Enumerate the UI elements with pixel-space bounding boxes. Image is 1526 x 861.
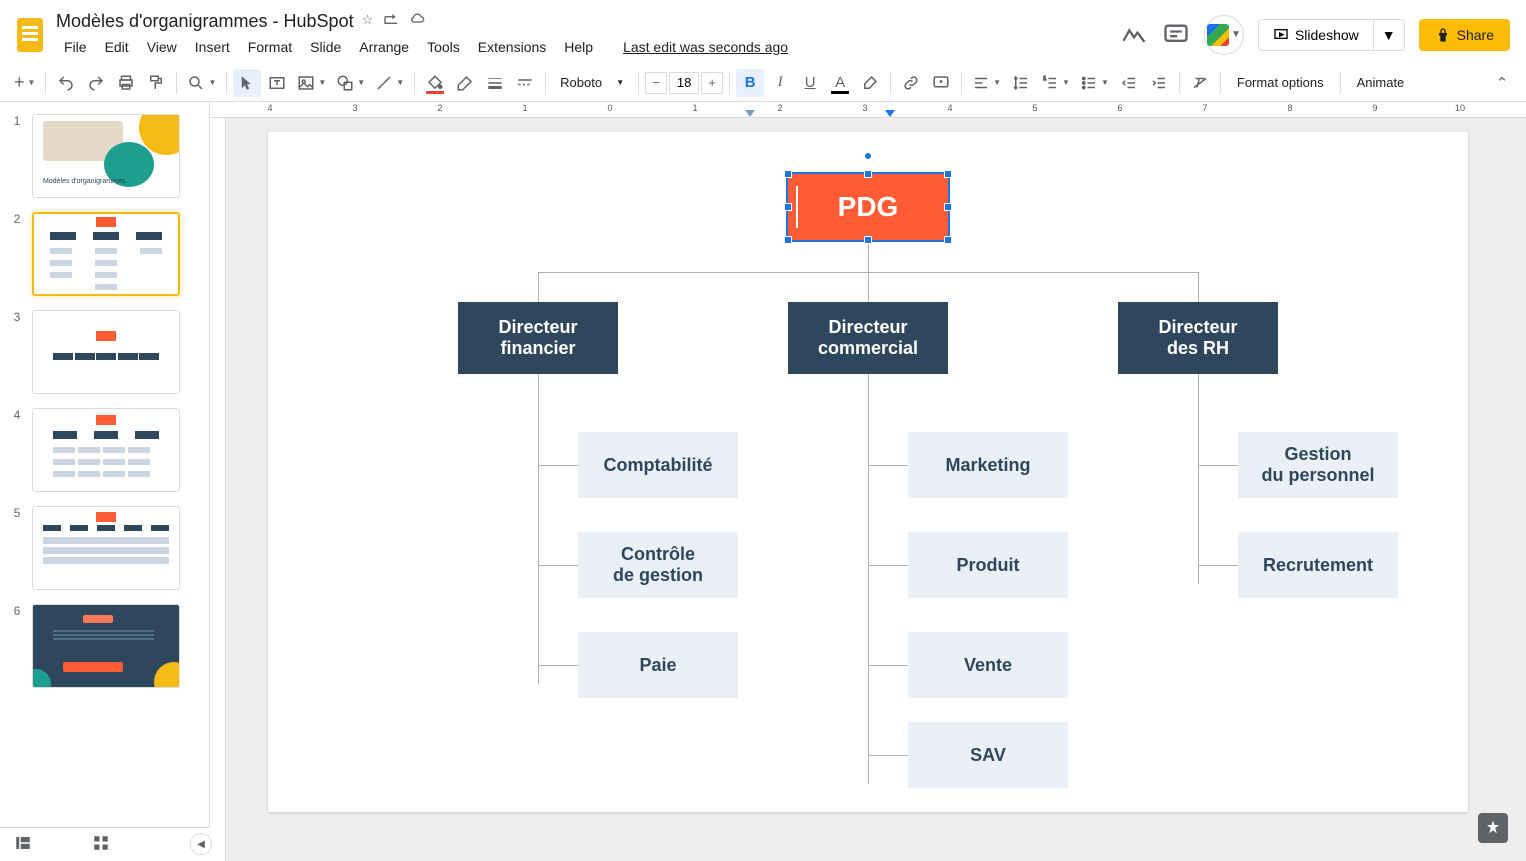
org-box-sub[interactable]: Comptabilité — [578, 432, 738, 498]
line-spacing-button[interactable] — [1007, 69, 1035, 97]
paint-format-button[interactable] — [142, 69, 170, 97]
slideshow-button[interactable]: Slideshow — [1258, 19, 1374, 51]
slide-thumb-6[interactable]: 6 — [10, 604, 199, 688]
org-box-root[interactable]: PDG — [788, 174, 948, 240]
border-dash-button[interactable] — [511, 69, 539, 97]
menu-format[interactable]: Format — [240, 35, 300, 59]
titlebar: Modèles d'organigrammes - HubSpot ☆ File… — [0, 0, 1526, 64]
org-box-director-rh[interactable]: Directeur des RH — [1118, 302, 1278, 374]
menubar: File Edit View Insert Format Slide Arran… — [56, 32, 1120, 59]
print-button[interactable] — [112, 69, 140, 97]
toolbar: +▼ ▼ ▼ ▼ ▼ Roboto▼ − + B I U A ▼ 1▼ ▼ Fo… — [0, 64, 1526, 102]
menu-tools[interactable]: Tools — [419, 35, 468, 59]
menu-insert[interactable]: Insert — [187, 35, 238, 59]
edit-status[interactable]: Last edit was seconds ago — [615, 35, 796, 59]
slideshow-dropdown[interactable]: ▼ — [1374, 19, 1405, 51]
image-tool[interactable]: ▼ — [293, 69, 330, 97]
border-color-button[interactable] — [451, 69, 479, 97]
filmstrip-view-icon[interactable] — [14, 834, 32, 855]
redo-button[interactable] — [82, 69, 110, 97]
underline-button[interactable]: U — [796, 69, 824, 97]
cloud-saved-icon[interactable] — [409, 12, 425, 31]
bullet-list-button[interactable]: ▼ — [1076, 69, 1113, 97]
slideshow-label: Slideshow — [1295, 27, 1359, 43]
zoom-button[interactable]: ▼ — [183, 69, 220, 97]
menu-edit[interactable]: Edit — [97, 35, 137, 59]
link-button[interactable] — [897, 69, 925, 97]
org-box-sub[interactable]: Marketing — [908, 432, 1068, 498]
ruler-vertical — [210, 118, 226, 861]
indent-increase-button[interactable] — [1145, 69, 1173, 97]
highlight-button[interactable] — [856, 69, 884, 97]
org-box-director-comm[interactable]: Directeur commercial — [788, 302, 948, 374]
org-box-sub[interactable]: Produit — [908, 532, 1068, 598]
svg-text:1: 1 — [1043, 76, 1046, 82]
border-weight-button[interactable] — [481, 69, 509, 97]
slide-thumb-1[interactable]: 1 Modèles d'organigrammes — [10, 114, 199, 198]
menu-slide[interactable]: Slide — [302, 35, 349, 59]
document-title[interactable]: Modèles d'organigrammes - HubSpot — [56, 11, 354, 32]
share-label: Share — [1457, 27, 1494, 43]
comment-button[interactable] — [927, 69, 955, 97]
org-box-sub[interactable]: Paie — [578, 632, 738, 698]
org-box-sub[interactable]: Contrôle de gestion — [578, 532, 738, 598]
font-size-decrease[interactable]: − — [645, 72, 667, 94]
collapse-filmstrip-button[interactable]: ◀ — [190, 833, 212, 855]
star-icon[interactable]: ☆ — [362, 12, 374, 31]
canvas-area[interactable]: 4321012345678910 — [210, 102, 1526, 861]
numbered-list-button[interactable]: 1▼ — [1037, 69, 1074, 97]
line-tool[interactable]: ▼ — [371, 69, 408, 97]
activity-icon[interactable] — [1120, 21, 1148, 49]
slide-thumb-3[interactable]: 3 — [10, 310, 199, 394]
slide-thumb-4[interactable]: 4 — [10, 408, 199, 492]
fill-color-button[interactable] — [421, 69, 449, 97]
animate-button[interactable]: Animate — [1347, 75, 1415, 90]
meet-button[interactable]: ▼ — [1204, 15, 1244, 55]
indent-decrease-button[interactable] — [1115, 69, 1143, 97]
slide-canvas[interactable]: PDG Directeur financier Directeur com — [268, 132, 1468, 812]
filmstrip-bottom-bar — [0, 827, 210, 861]
new-slide-button[interactable]: +▼ — [10, 69, 39, 97]
bold-button[interactable]: B — [736, 69, 764, 97]
format-options-button[interactable]: Format options — [1227, 75, 1334, 90]
align-button[interactable]: ▼ — [968, 69, 1005, 97]
slides-app-icon[interactable] — [10, 15, 50, 55]
explore-button[interactable] — [1478, 813, 1508, 843]
clear-format-button[interactable] — [1186, 69, 1214, 97]
font-size-increase[interactable]: + — [701, 72, 723, 94]
italic-button[interactable]: I — [766, 69, 794, 97]
org-box-sub[interactable]: Vente — [908, 632, 1068, 698]
ruler-horizontal: 4321012345678910 — [210, 102, 1526, 118]
menu-help[interactable]: Help — [556, 35, 601, 59]
collapse-toolbar-button[interactable]: ⌃ — [1488, 69, 1516, 97]
font-size-input[interactable] — [669, 72, 699, 94]
shape-tool[interactable]: ▼ — [332, 69, 369, 97]
org-box-director-fin[interactable]: Directeur financier — [458, 302, 618, 374]
select-tool[interactable] — [233, 69, 261, 97]
share-button[interactable]: Share — [1419, 19, 1510, 51]
text-color-button[interactable]: A — [826, 69, 854, 97]
slide-thumb-5[interactable]: 5 — [10, 506, 199, 590]
font-select[interactable]: Roboto▼ — [552, 70, 632, 96]
org-box-sub[interactable]: Recrutement — [1238, 532, 1398, 598]
grid-view-icon[interactable] — [92, 834, 110, 855]
org-box-sub[interactable]: SAV — [908, 722, 1068, 788]
comments-icon[interactable] — [1162, 21, 1190, 49]
menu-view[interactable]: View — [139, 35, 185, 59]
filmstrip: 1 Modèles d'organigrammes 2 3 4 — [0, 102, 210, 861]
menu-extensions[interactable]: Extensions — [470, 35, 554, 59]
move-icon[interactable] — [383, 12, 399, 31]
menu-file[interactable]: File — [56, 35, 95, 59]
org-box-sub[interactable]: Gestion du personnel — [1238, 432, 1398, 498]
menu-arrange[interactable]: Arrange — [351, 35, 417, 59]
undo-button[interactable] — [52, 69, 80, 97]
slide-thumb-2[interactable]: 2 — [10, 212, 199, 296]
textbox-tool[interactable] — [263, 69, 291, 97]
